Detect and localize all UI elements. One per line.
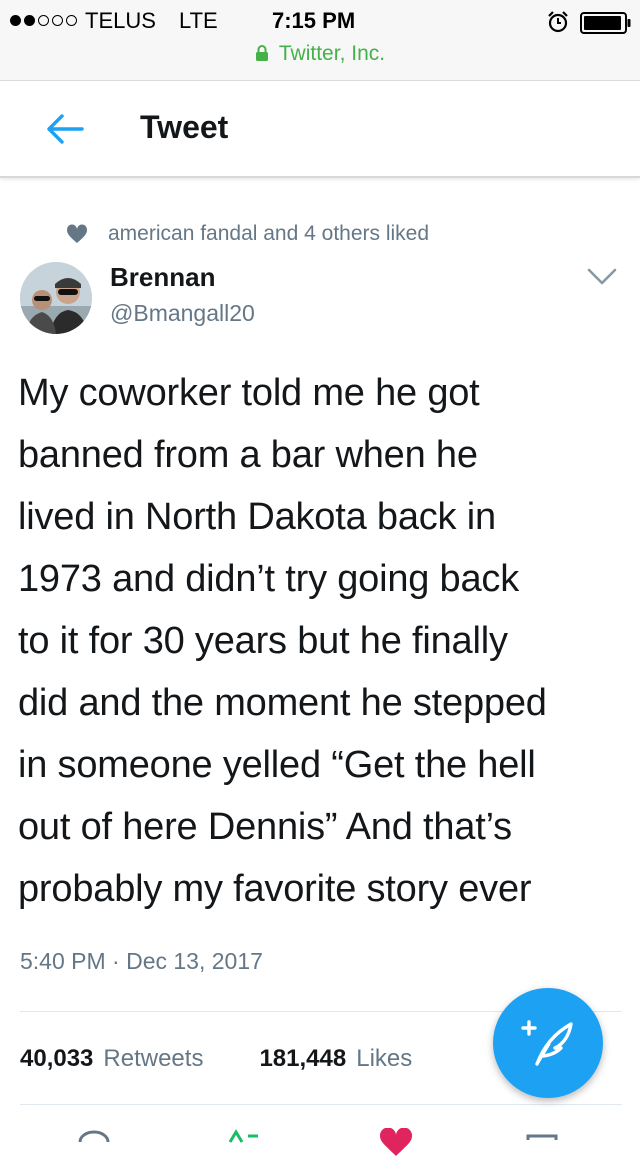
chevron-down-icon[interactable]: [586, 266, 618, 288]
retweets-count: 40,033: [20, 1045, 94, 1072]
tweet-text-line: lived in North Dakota back in: [18, 496, 496, 538]
arrow-left-icon[interactable]: [44, 111, 84, 147]
avatar-photo: [20, 262, 92, 334]
page-title: Tweet: [140, 109, 229, 145]
lock-icon: [255, 45, 268, 61]
battery-icon: [580, 12, 631, 34]
status-row: TELUS LTE 7:15 PM: [0, 6, 640, 36]
tweet-text-line: to it for 30 years but he finally: [18, 620, 508, 662]
url-bar[interactable]: Twitter, Inc.: [0, 42, 640, 70]
heart-icon: [66, 224, 88, 243]
divider: [20, 1104, 622, 1105]
tweet-text-line: probably my favorite story ever: [18, 868, 532, 910]
signal-dots-icon: [10, 15, 77, 26]
author-name[interactable]: Brennan: [110, 262, 215, 293]
tweet-text-line: My coworker told me he got: [18, 372, 480, 414]
social-context[interactable]: american fandal and 4 others liked: [66, 220, 429, 248]
status-bar: TELUS LTE 7:15 PM Twitter, Inc.: [0, 0, 640, 80]
likes-count: 181,448: [259, 1045, 347, 1072]
tweet-text-line: banned from a bar when he: [18, 434, 478, 476]
url-text: Twitter, Inc.: [278, 42, 386, 65]
likes-label: Likes: [356, 1045, 413, 1072]
tweet-timestamp[interactable]: 5:40 PM · Dec 13, 2017: [20, 948, 263, 975]
nav-header: Tweet: [0, 80, 640, 178]
status-time: 7:15 PM: [272, 8, 356, 33]
tweet-text-line: in someone yelled “Get the hell: [18, 744, 536, 786]
tweet-action-bar: [0, 1122, 640, 1162]
carrier-name: TELUS: [85, 8, 156, 33]
retweets-stat[interactable]: 40,033 Retweets: [20, 1045, 203, 1073]
retweet-icon[interactable]: [222, 1128, 262, 1158]
share-icon[interactable]: [522, 1128, 562, 1158]
tweet-text-line: did and the moment he stepped: [18, 682, 547, 724]
like-icon[interactable]: [376, 1128, 416, 1158]
tweet-text: My coworker told me he got banned from a…: [18, 362, 628, 920]
alarm-icon: [548, 11, 568, 33]
social-context-text: american fandal and 4 others liked: [108, 222, 430, 245]
compose-button[interactable]: [493, 988, 603, 1098]
likes-stat[interactable]: 181,448 Likes: [259, 1045, 412, 1073]
tweet-text-line: 1973 and didn’t try going back: [18, 558, 520, 600]
tweet-stats: 40,033 Retweets 181,448 Likes: [20, 1042, 412, 1076]
network-type: LTE: [179, 8, 218, 33]
tweet-text-line: out of here Dennis” And that’s: [18, 806, 512, 848]
avatar[interactable]: [20, 262, 92, 334]
retweets-label: Retweets: [103, 1045, 204, 1072]
compose-feather-icon: [521, 1020, 573, 1066]
reply-icon[interactable]: [74, 1128, 114, 1158]
author-handle[interactable]: @Bmangall20: [110, 300, 255, 327]
